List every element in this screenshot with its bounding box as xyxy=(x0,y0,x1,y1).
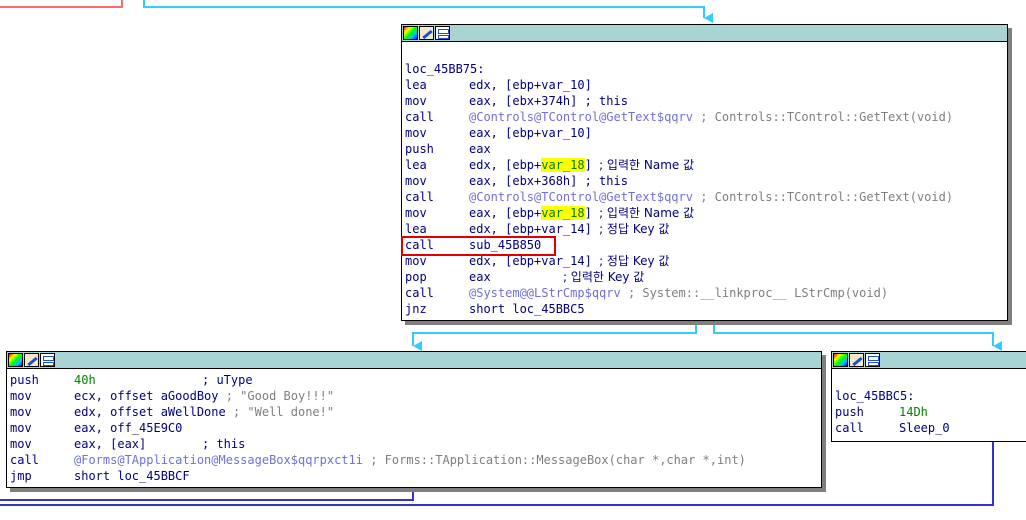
edge-main-to-right-block xyxy=(713,321,1002,351)
code-label[interactable]: loc_45BB75: xyxy=(405,61,1005,77)
code-lines: loc_45BB75: lea edx, [ebp+var_10] mov eax,… xyxy=(402,42,1007,319)
code-block-good-boy[interactable]: push 40h; uType mov ecx, offset aGoodBoy ;… xyxy=(6,351,822,488)
code-line[interactable]: pop eax ; 입력한 Key 값 xyxy=(405,269,1005,285)
edit-icon[interactable] xyxy=(419,26,434,40)
node-header xyxy=(7,352,821,369)
code-line[interactable]: call @System@@LStrCmp$qqrv ; System::__li… xyxy=(405,285,1005,301)
code-line[interactable]: lea edx, [ebp+var_18] ; 입력한 Name 값 xyxy=(405,157,1005,173)
code-line[interactable]: mov eax, [ebx+374h] ; this xyxy=(405,93,1005,109)
code-line[interactable]: mov eax, [ebx+368h] ; this xyxy=(405,173,1005,189)
code-line[interactable]: call Sleep_0 xyxy=(835,420,1025,436)
code-line[interactable]: mov edx, [ebp+var_14] ; 정답 Key 값 xyxy=(405,253,1005,269)
edge-main-to-left-block xyxy=(412,321,697,351)
edge-left-block-out xyxy=(0,487,414,501)
code-line[interactable]: lea edx, [ebp+var_14] ; 정답 Key 값 xyxy=(405,221,1005,237)
code-line[interactable]: lea edx, [ebp+var_10] xyxy=(405,77,1005,93)
code-line[interactable]: mov ecx, offset aGoodBoy ; "Good Boy!!!" xyxy=(10,388,819,404)
edge-red-top-left xyxy=(0,0,123,8)
edit-icon[interactable] xyxy=(24,353,39,367)
graph-view-icon[interactable] xyxy=(865,353,880,367)
node-header xyxy=(402,25,1007,42)
code-line[interactable]: push eax xyxy=(405,141,1005,157)
color-palette-icon[interactable] xyxy=(833,353,848,367)
code-line[interactable]: mov edx, offset aWellDone ; "Well done!" xyxy=(10,404,819,420)
graph-view-icon[interactable] xyxy=(435,26,450,40)
code-line[interactable]: call @Controls@TControl@GetText$qqrv ; Co… xyxy=(405,189,1005,205)
graph-view-icon[interactable] xyxy=(40,353,55,367)
code-label[interactable]: loc_45BBC5: xyxy=(835,388,1025,404)
var-18-highlight: var_18 xyxy=(541,206,585,220)
code-lines: loc_45BBC5: push 14Dh call Sleep_0 xyxy=(832,369,1026,438)
color-palette-icon[interactable] xyxy=(403,26,418,40)
code-block-loc-45bb75[interactable]: loc_45BB75: lea edx, [ebp+var_10] mov eax,… xyxy=(401,24,1008,321)
node-header xyxy=(832,352,1026,369)
code-line[interactable]: call @Controls@TControl@GetText$qqrv ; Co… xyxy=(405,109,1005,125)
var-18-highlight: var_18 xyxy=(541,158,585,172)
edge-into-main-block xyxy=(143,0,713,23)
edit-icon[interactable] xyxy=(849,353,864,367)
code-line[interactable]: mov eax, [ebp+var_18] ; 입력한 Name 값 xyxy=(405,205,1005,221)
code-line[interactable]: mov eax, off_45E9C0 xyxy=(10,420,819,436)
code-block-loc-45bbc5[interactable]: loc_45BBC5: push 14Dh call Sleep_0 xyxy=(831,351,1026,442)
code-line[interactable]: mov eax, [ebp+var_10] xyxy=(405,125,1005,141)
code-line[interactable]: push 14Dh xyxy=(835,404,1025,420)
code-line[interactable]: jmp short loc_45BBCF xyxy=(10,468,819,484)
code-line[interactable]: call @Forms@TApplication@MessageBox$qqrpx… xyxy=(10,452,819,468)
code-line[interactable]: mov eax, [eax]; this xyxy=(10,436,819,452)
color-palette-icon[interactable] xyxy=(8,353,23,367)
code-line[interactable]: jnz short loc_45BBC5 xyxy=(405,301,1005,317)
code-lines: push 40h; uType mov ecx, offset aGoodBoy ;… xyxy=(7,369,821,486)
code-line-call-sub-45b850[interactable]: call sub_45B850 xyxy=(405,237,1005,253)
code-line[interactable]: push 40h; uType xyxy=(10,372,819,388)
